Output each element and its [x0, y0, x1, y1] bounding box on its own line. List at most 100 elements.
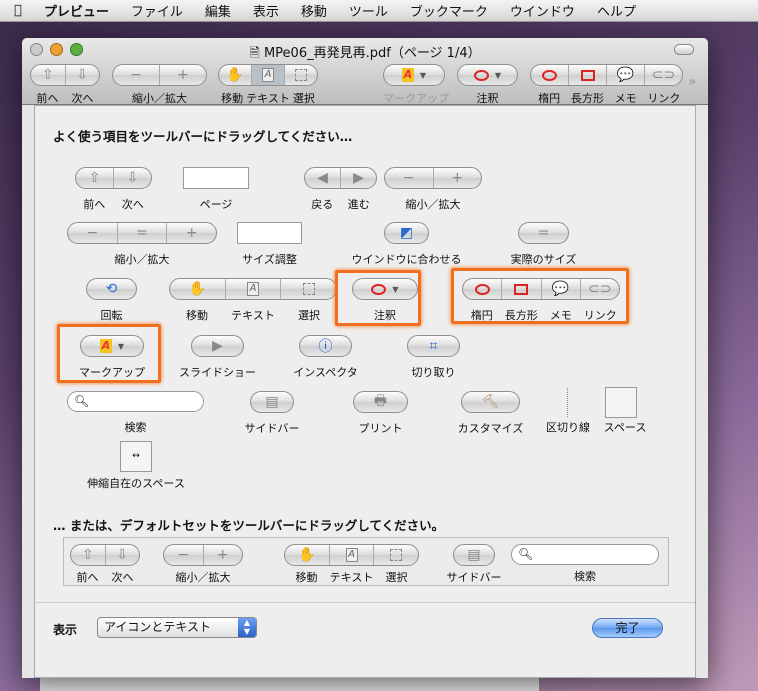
label: テキスト — [231, 309, 275, 322]
toolbar-zoom[interactable]: − + 縮小／拡大 — [112, 64, 207, 106]
text-tool-icon[interactable]: A — [251, 65, 284, 85]
default-prev-next: ⇧ ⇩ 前へ 次へ — [70, 544, 140, 585]
updown-icon: ▲ ▼ — [238, 618, 256, 637]
link-label: リンク — [647, 92, 681, 105]
flexible-space-label: 伸縮自在のスペース — [87, 477, 185, 490]
oval-annotation-icon[interactable]: ▼ — [458, 65, 517, 85]
label: スライドショー — [179, 366, 256, 379]
item-back-forward[interactable]: ◀ ▶ 戻る 進む — [304, 167, 377, 212]
item-customize[interactable]: 🔨︎ カスタマイズ — [458, 391, 523, 436]
label: インスペクタ — [293, 366, 358, 379]
toolbar-toggle-button[interactable] — [674, 44, 694, 55]
item-markup[interactable]: A ▼ マークアップ — [79, 335, 145, 380]
label: メモ — [549, 309, 572, 322]
label: 前へ — [83, 198, 106, 211]
prev-label: 前へ — [36, 92, 59, 105]
annotate-label: 注釈 — [476, 92, 499, 105]
menu-go[interactable]: 移動 — [301, 1, 327, 20]
customize-toolbar-sheet: よく使う項目をツールバーにドラッグしてください… ⇧ ⇩ 前へ 次へ ページ ◀ ▶ … — [34, 105, 696, 678]
item-slideshow[interactable]: ▶ スライドショー — [179, 335, 256, 380]
default-zoom: − + 縮小／拡大 — [163, 544, 243, 585]
toolbar-annotate[interactable]: ▼ 注釈 — [457, 64, 518, 106]
item-sidebar[interactable]: ▤ サイドバー — [245, 391, 300, 436]
item-zoom[interactable]: − + 縮小／拡大 — [384, 167, 482, 212]
toolbar-overflow-button[interactable]: » — [688, 74, 697, 90]
link-icon[interactable]: ⊂⊃ — [644, 65, 682, 85]
slideshow-icon: ▶ — [212, 338, 223, 354]
label: 切り取り — [411, 366, 456, 379]
markup-icon[interactable]: A ▼ — [384, 65, 444, 85]
double-arrow-icon: ↔ — [132, 451, 140, 461]
default-sidebar: ▤ サイドバー — [447, 544, 502, 585]
item-search[interactable]: 🔍︎ 検索 — [67, 391, 204, 435]
plus-icon: + — [432, 168, 482, 188]
toolbar-annotations[interactable]: 💬 ⊂⊃ 楕円 長方形 メモ リンク — [530, 64, 683, 106]
item-actual-size[interactable]: = 実際のサイズ — [511, 222, 576, 267]
forward-icon: ▶ — [340, 168, 376, 188]
oval-icon[interactable] — [531, 65, 568, 85]
minus-icon[interactable]: − — [113, 65, 159, 85]
minus-icon: − — [177, 547, 190, 563]
space-item[interactable] — [605, 387, 637, 418]
item-fit-window[interactable]: ◩ ウインドウに合わせる — [352, 222, 462, 267]
label: 検索 — [124, 421, 147, 434]
toolbar-tool-mode[interactable]: ✋ A 移動 テキスト 選択 — [218, 64, 318, 106]
text-tool-icon: A — [328, 545, 374, 565]
flexible-space-item[interactable]: ↔ — [120, 441, 152, 472]
item-rotate[interactable]: ⟲ 回転 — [86, 278, 137, 323]
show-label: 表示 — [53, 623, 78, 637]
show-select[interactable]: アイコンとテキスト ▲ ▼ — [97, 617, 257, 638]
menu-tools[interactable]: ツール — [349, 1, 388, 20]
apple-icon[interactable]:  — [14, 3, 22, 18]
menu-file[interactable]: ファイル — [131, 1, 183, 20]
label: カスタマイズ — [457, 422, 524, 435]
menu-window[interactable]: ウインドウ — [510, 1, 575, 20]
label: 長方形 — [504, 309, 538, 322]
label: 次へ — [111, 571, 134, 584]
fit-window-icon: ◩ — [399, 225, 414, 241]
select-icon — [373, 545, 418, 565]
down-arrow-icon[interactable]: ⇩ — [64, 65, 100, 85]
item-crop[interactable]: ⌗ 切り取り — [407, 335, 460, 380]
hammer-icon: 🔨︎ — [481, 394, 500, 410]
menu-view[interactable]: 表示 — [253, 1, 279, 20]
label: 移動 — [186, 309, 208, 322]
toolbar-markup[interactable]: A ▼ マークアップ — [383, 64, 449, 106]
label: 選択 — [298, 309, 320, 322]
menu-help[interactable]: ヘルプ — [597, 1, 636, 20]
plus-icon[interactable]: + — [159, 65, 206, 85]
rectangle-icon[interactable] — [568, 65, 606, 85]
select-icon[interactable] — [284, 65, 317, 85]
label: 検索 — [574, 570, 596, 583]
up-arrow-icon[interactable]: ⇧ — [31, 65, 65, 85]
search-field: 🔍︎ — [511, 544, 659, 565]
hand-icon[interactable]: ✋ — [219, 65, 251, 85]
label: サイドバー — [244, 422, 300, 435]
note-icon[interactable]: 💬 — [606, 65, 644, 85]
menu-bookmarks[interactable]: ブックマーク — [410, 1, 488, 20]
item-zoom-3[interactable]: − = + 縮小／拡大 — [67, 222, 217, 267]
item-tool-mode[interactable]: ✋ A 移動 テキスト 選択 — [169, 278, 337, 323]
item-annotate[interactable]: ▼ 注釈 — [352, 278, 418, 323]
menu-preview[interactable]: プレビュー — [44, 1, 109, 20]
item-page[interactable]: ページ — [183, 167, 249, 212]
equals-icon: = — [537, 225, 550, 241]
down-arrow-icon: ⇩ — [104, 545, 140, 565]
item-prev-next[interactable]: ⇧ ⇩ 前へ 次へ — [75, 167, 152, 212]
up-arrow-icon: ⇧ — [88, 170, 101, 186]
down-arrow-icon: ⇩ — [113, 168, 151, 188]
item-print[interactable]: 🖶 プリント — [353, 391, 408, 436]
plus-icon: + — [202, 545, 243, 565]
search-field: 🔍︎ — [67, 391, 204, 412]
toolbar-prev-next[interactable]: ⇧ ⇩ 前へ 次へ — [30, 64, 100, 106]
item-inspector[interactable]: ⓘ インスペクタ — [293, 335, 358, 380]
item-annotations[interactable]: 💬 ⊂⊃ 楕円 長方形 メモ リンク — [462, 278, 620, 323]
equals-icon: = — [116, 223, 167, 243]
default-set[interactable]: ⇧ ⇩ 前へ 次へ − + 縮小／拡大 ✋ A 移動 テキスト 選択 ▤ サイドバー 🔍︎ … — [63, 537, 669, 586]
menu-edit[interactable]: 編集 — [205, 1, 231, 20]
done-button[interactable]: 完了 — [592, 618, 663, 638]
separator-icon[interactable] — [567, 388, 568, 417]
text-tool-icon: A — [224, 279, 281, 299]
label: サイズ調整 — [242, 253, 297, 266]
item-size[interactable]: サイズ調整 — [237, 222, 302, 267]
